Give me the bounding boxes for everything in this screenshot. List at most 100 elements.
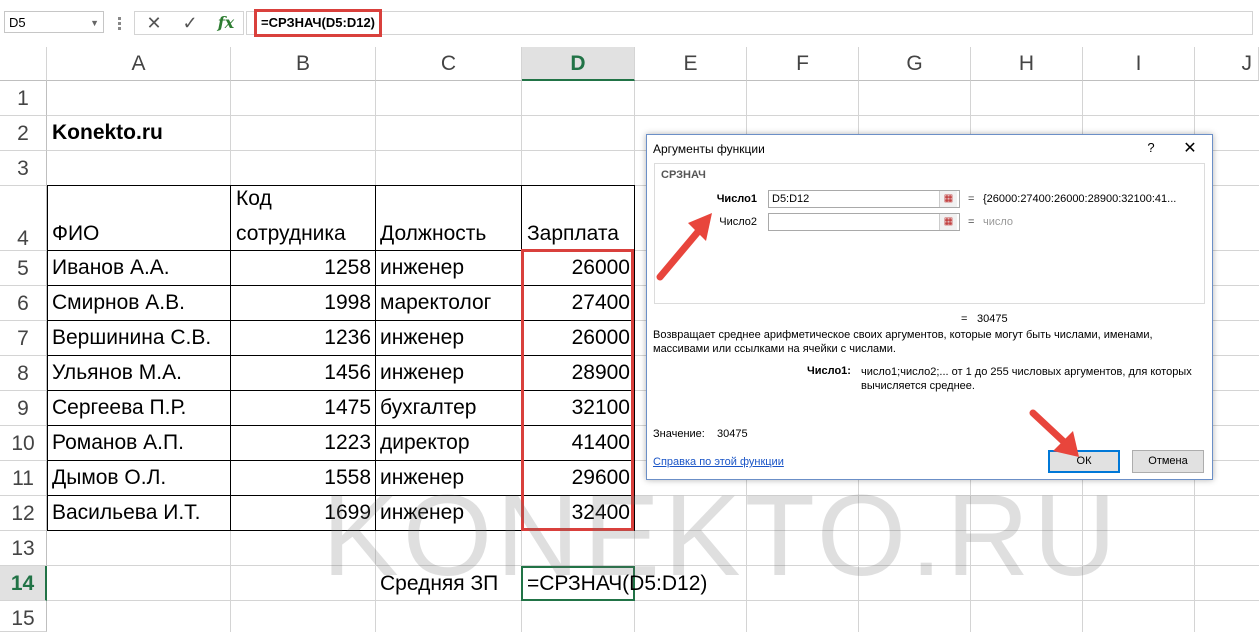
table-border bbox=[47, 185, 635, 186]
row-header[interactable]: 13 bbox=[0, 531, 47, 566]
range-select-icon[interactable]: ▦ bbox=[939, 191, 957, 207]
row-header[interactable]: 7 bbox=[0, 321, 47, 356]
name-box-value: D5 bbox=[9, 15, 26, 30]
drag-handle-icon[interactable] bbox=[118, 15, 126, 31]
cell-position[interactable]: бухгалтер bbox=[380, 396, 476, 420]
cell-name[interactable]: Романов А.П. bbox=[52, 431, 184, 455]
annotation-arrow-icon bbox=[1029, 409, 1079, 457]
arg1-value: D5:D12 bbox=[772, 193, 810, 205]
help-icon[interactable]: ? bbox=[1141, 140, 1161, 155]
header-code-line2[interactable]: сотрудника bbox=[236, 222, 346, 246]
result-eq: = bbox=[961, 313, 968, 325]
annotation-arrow-icon bbox=[656, 213, 712, 281]
arg2-input[interactable]: ▦ bbox=[768, 213, 960, 231]
row-header[interactable]: 12 bbox=[0, 496, 47, 531]
cell-name[interactable]: Ульянов М.А. bbox=[52, 361, 182, 385]
cell-code[interactable]: 1456 bbox=[231, 361, 371, 385]
arg-desc-name: Число1: bbox=[807, 365, 851, 377]
gridline bbox=[47, 115, 1259, 116]
insert-function-icon[interactable]: fx bbox=[213, 12, 239, 34]
gridline bbox=[47, 600, 1259, 601]
name-box[interactable]: D5 ▼ bbox=[4, 11, 104, 33]
sheet-title[interactable]: Konekto.ru bbox=[52, 121, 163, 145]
row-header[interactable]: 10 bbox=[0, 426, 47, 461]
function-description: Возвращает среднее арифметическое своих … bbox=[653, 329, 1153, 355]
cell-name[interactable]: Сергеева П.Р. bbox=[52, 396, 186, 420]
function-name: СРЗНАЧ bbox=[661, 169, 706, 181]
row-header[interactable]: 14 bbox=[0, 566, 47, 601]
cell-name[interactable]: Васильева И.Т. bbox=[52, 501, 201, 525]
formula-text[interactable]: =СРЗНАЧ(D5:D12) bbox=[254, 9, 382, 37]
cell-code[interactable]: 1236 bbox=[231, 326, 371, 350]
enter-icon[interactable]: ✓ bbox=[177, 12, 203, 34]
help-link[interactable]: Справка по этой функции bbox=[653, 456, 784, 468]
avg-label[interactable]: Средняя ЗП bbox=[380, 572, 498, 596]
gridline bbox=[47, 565, 1259, 566]
function-arguments-dialog: Аргументы функции ? ✕ СРЗНАЧ Число1 D5:D… bbox=[646, 134, 1213, 480]
column-header-d[interactable]: D bbox=[522, 47, 635, 81]
row-header[interactable]: 5 bbox=[0, 251, 47, 286]
column-header-j[interactable]: J bbox=[1195, 47, 1259, 81]
cancel-icon[interactable]: ✕ bbox=[141, 12, 167, 34]
arg1-result: {26000:27400:26000:28900:32100:41... bbox=[983, 193, 1177, 205]
column-header-g[interactable]: G bbox=[859, 47, 971, 81]
cell-code[interactable]: 1558 bbox=[231, 466, 371, 490]
arguments-group: СРЗНАЧ Число1 D5:D12 ▦ = {26000:27400:26… bbox=[654, 163, 1205, 304]
chevron-down-icon[interactable]: ▼ bbox=[90, 12, 99, 34]
column-header-b[interactable]: B bbox=[231, 47, 376, 81]
arg2-result: число bbox=[983, 216, 1014, 228]
row-header[interactable]: 4 bbox=[0, 186, 47, 251]
cell-code[interactable]: 1998 bbox=[231, 291, 371, 315]
column-header-c[interactable]: C bbox=[376, 47, 522, 81]
header-salary[interactable]: Зарплата bbox=[527, 222, 619, 246]
cell-code[interactable]: 1699 bbox=[231, 501, 371, 525]
column-header-h[interactable]: H bbox=[971, 47, 1083, 81]
row-header[interactable]: 3 bbox=[0, 151, 47, 186]
arg1-input[interactable]: D5:D12 ▦ bbox=[768, 190, 960, 208]
row-header[interactable]: 9 bbox=[0, 391, 47, 426]
avg-formula[interactable]: =СРЗНАЧ(D5:D12) bbox=[527, 572, 707, 596]
formula-input[interactable] bbox=[246, 11, 1253, 35]
cell-name[interactable]: Иванов А.А. bbox=[52, 256, 170, 280]
close-icon[interactable]: ✕ bbox=[1179, 138, 1201, 158]
table-border bbox=[47, 185, 48, 531]
table-border bbox=[634, 185, 635, 531]
formula-result: 30475 bbox=[977, 313, 1008, 325]
cell-position[interactable]: инженер bbox=[380, 256, 464, 280]
row-header[interactable]: 2 bbox=[0, 116, 47, 151]
cancel-button[interactable]: Отмена bbox=[1132, 450, 1204, 473]
cell-name[interactable]: Смирнов А.В. bbox=[52, 291, 185, 315]
cell-position[interactable]: инженер bbox=[380, 501, 464, 525]
header-fio[interactable]: ФИО bbox=[52, 222, 99, 246]
row-header[interactable]: 8 bbox=[0, 356, 47, 391]
formula-tools: ✕ ✓ fx bbox=[134, 11, 244, 35]
column-header-a[interactable]: A bbox=[47, 47, 231, 81]
column-header-e[interactable]: E bbox=[635, 47, 747, 81]
value: 30475 bbox=[717, 428, 748, 440]
cell-position[interactable]: инженер bbox=[380, 326, 464, 350]
row-header[interactable]: 6 bbox=[0, 286, 47, 321]
column-headers: A B C D E F G H I J bbox=[0, 47, 1259, 81]
cell-position[interactable]: инженер bbox=[380, 466, 464, 490]
header-code-line1[interactable]: Код bbox=[236, 187, 272, 211]
formula-bar: D5 ▼ ✕ ✓ fx =СРЗНАЧ(D5:D12) bbox=[0, 0, 1259, 47]
dialog-title: Аргументы функции bbox=[653, 142, 765, 156]
header-position[interactable]: Должность bbox=[380, 222, 486, 246]
row-header[interactable]: 1 bbox=[0, 81, 47, 116]
cell-position[interactable]: маректолог bbox=[380, 291, 491, 315]
row-header[interactable]: 11 bbox=[0, 461, 47, 496]
cell-name[interactable]: Дымов О.Л. bbox=[52, 466, 166, 490]
cell-position[interactable]: инженер bbox=[380, 361, 464, 385]
cell-code[interactable]: 1223 bbox=[231, 431, 371, 455]
arg-description: число1;число2;... от 1 до 255 числовых а… bbox=[861, 366, 1192, 392]
cell-code[interactable]: 1258 bbox=[231, 256, 371, 280]
cell-position[interactable]: директор bbox=[380, 431, 470, 455]
range-select-icon[interactable]: ▦ bbox=[939, 214, 957, 230]
column-header-f[interactable]: F bbox=[747, 47, 859, 81]
cell-code[interactable]: 1475 bbox=[231, 396, 371, 420]
column-header-i[interactable]: I bbox=[1083, 47, 1195, 81]
row-header[interactable]: 15 bbox=[0, 601, 47, 632]
select-all-corner[interactable] bbox=[0, 47, 47, 81]
cell-name[interactable]: Вершинина С.В. bbox=[52, 326, 211, 350]
arg1-eq: = bbox=[968, 193, 975, 205]
